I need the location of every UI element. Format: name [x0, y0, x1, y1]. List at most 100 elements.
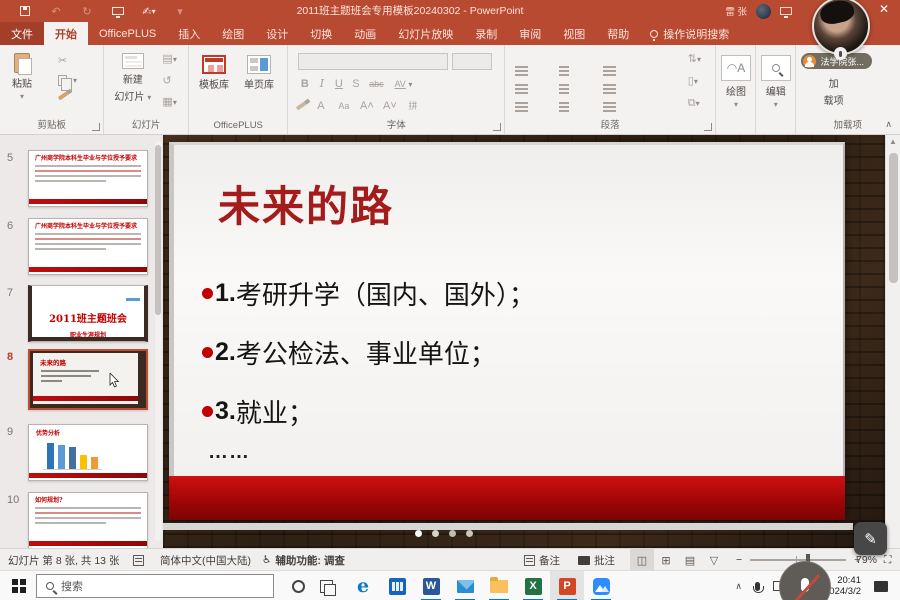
task-view-button[interactable] — [320, 580, 333, 593]
section-icon[interactable]: ▦▾ — [162, 96, 176, 109]
edit-button[interactable]: 编辑▾ — [761, 55, 791, 109]
thumbnail-slide-10[interactable]: 10如何规划? — [0, 492, 163, 548]
thumbnail-slide-5[interactable]: 5广州商学院本科生毕业与学位授予要求 — [0, 150, 163, 207]
text-shadow-button[interactable]: S — [347, 78, 364, 90]
taskbar-app-mail[interactable] — [448, 571, 482, 600]
paragraph-tool-icon[interactable] — [515, 91, 559, 109]
tab-录制[interactable]: 录制 — [464, 22, 508, 45]
canvas-scrollbar-thumb[interactable] — [889, 153, 898, 283]
tab-插入[interactable]: 插入 — [167, 22, 211, 45]
customize-toolbar-icon[interactable]: ▾ — [173, 4, 187, 18]
paragraph-dialog-launcher[interactable] — [704, 123, 712, 131]
zoom-out-button[interactable]: − — [736, 554, 742, 566]
paragraph-tool-icon[interactable] — [559, 55, 603, 73]
tab-设计[interactable]: 设计 — [255, 22, 299, 45]
taskbar-app-explorer[interactable] — [482, 571, 516, 600]
taskbar-app-excel[interactable]: X — [516, 571, 550, 600]
display-settings-icon[interactable] — [780, 7, 792, 15]
taskbar-app-word[interactable]: W — [414, 571, 448, 600]
character-spacing-button[interactable]: AV ▾ — [388, 79, 418, 89]
text-direction-icon[interactable]: ⇅▾ — [688, 53, 701, 66]
shrink-font-button[interactable]: A˅ — [381, 100, 398, 112]
save-icon[interactable] — [18, 4, 32, 18]
template-library-button[interactable]: 模板库 — [199, 55, 229, 91]
spellcheck-icon[interactable] — [133, 549, 144, 571]
reset-slide-icon[interactable]: ↺ — [162, 75, 176, 87]
paragraph-tool-icon[interactable] — [603, 55, 647, 73]
font-name-combobox[interactable] — [298, 53, 448, 70]
comments-toggle[interactable]: 批注 — [578, 549, 615, 571]
taskbar-app-calendar[interactable] — [380, 571, 414, 600]
taskbar-app-edge[interactable]: e — [346, 571, 380, 600]
redo-icon[interactable]: ↻ — [80, 4, 94, 18]
slide-bullet[interactable]: 3.就业； — [202, 393, 535, 430]
notification-center-icon[interactable] — [874, 581, 888, 592]
clipboard-dialog-launcher[interactable] — [92, 123, 100, 131]
collapse-ribbon-icon[interactable]: ∧ — [885, 119, 892, 130]
underline-button[interactable]: U — [330, 78, 347, 90]
canvas-scrollbar[interactable]: ▲ — [885, 135, 900, 548]
slide-ellipsis-text[interactable]: …… — [208, 441, 250, 464]
tab-视图[interactable]: 视图 — [552, 22, 596, 45]
format-painter-icon[interactable] — [58, 91, 68, 100]
italic-button[interactable]: I — [313, 77, 330, 90]
highlight-color-icon[interactable] — [296, 101, 306, 110]
cut-icon[interactable]: ✂ — [58, 55, 77, 67]
normal-view-button[interactable]: ◫ — [630, 549, 654, 571]
thumbnail-slide-7[interactable]: 72011班主题班会职业生涯规划 — [0, 285, 163, 342]
strikethrough-button[interactable]: abc — [364, 79, 388, 89]
bold-button[interactable]: B — [296, 78, 313, 90]
tab-审阅[interactable]: 审阅 — [508, 22, 552, 45]
thumbnail-slide-6[interactable]: 6广州商学院本科生毕业与学位授予要求 — [0, 218, 163, 275]
paragraph-tool-icon[interactable] — [515, 55, 559, 73]
slide-sorter-view-button[interactable]: ⊞ — [654, 549, 678, 571]
copy-icon[interactable] — [58, 75, 67, 86]
taskbar-search-input[interactable]: 搜索 — [36, 574, 274, 598]
paragraph-tool-icon[interactable] — [515, 73, 559, 91]
taskbar-app-meeting[interactable] — [584, 571, 618, 600]
language-status[interactable]: 简体中文(中国大陆) — [160, 549, 251, 571]
tab-动画[interactable]: 动画 — [343, 22, 387, 45]
phonetic-guide-button[interactable]: 拼 — [404, 99, 421, 112]
touch-mode-icon[interactable]: ✍▾ — [142, 4, 156, 18]
account-avatar[interactable] — [756, 4, 771, 19]
slide-bullet[interactable]: 1.考研升学（国内、国外）； — [202, 275, 535, 312]
tab-绘图[interactable]: 绘图 — [211, 22, 255, 45]
reading-view-button[interactable]: ▤ — [678, 549, 702, 571]
undo-icon[interactable]: ↶ — [49, 4, 63, 18]
copy-dropdown-icon[interactable]: ▾ — [73, 76, 77, 85]
tab-文件[interactable]: 文件 — [0, 22, 44, 45]
account-name[interactable]: 雷 张 — [725, 4, 747, 18]
paragraph-tool-icon[interactable] — [559, 91, 603, 109]
align-text-icon[interactable]: ▯▾ — [688, 75, 701, 88]
font-dialog-launcher[interactable] — [493, 123, 501, 131]
change-case-button[interactable]: Aa — [335, 101, 352, 111]
thumbnail-slide-9[interactable]: 9优势分析 — [0, 424, 163, 481]
layout-icon[interactable]: ▤▾ — [162, 53, 176, 66]
page-library-button[interactable]: 单页库 — [244, 55, 274, 91]
tab-OfficePLUS[interactable]: OfficePLUS — [88, 22, 167, 45]
close-button[interactable]: ✕ — [876, 2, 892, 16]
slide-title-text[interactable]: 未来的路 — [218, 173, 394, 234]
slideshow-from-start-icon[interactable] — [111, 4, 125, 18]
accessibility-status[interactable]: ♿ 辅助功能: 调查 — [262, 549, 345, 571]
paragraph-tool-icon[interactable] — [559, 73, 603, 91]
slide-bullet[interactable]: 2.考公检法、事业单位； — [202, 334, 535, 371]
annotation-pen-button[interactable]: ✎ — [854, 522, 887, 555]
current-slide[interactable]: 未来的路 1.考研升学（国内、国外）； 2.考公检法、事业单位； 3.就业； …… — [169, 142, 845, 520]
notes-toggle[interactable]: 备注 — [524, 549, 560, 571]
tab-开始[interactable]: 开始 — [44, 22, 88, 45]
addins-button[interactable]: 加 载项 — [824, 75, 844, 107]
hidden-icons-chevron[interactable]: ∧ — [735, 581, 742, 592]
font-size-combobox[interactable] — [452, 53, 492, 70]
font-color-button[interactable]: A — [312, 100, 329, 112]
paragraph-tool-icon[interactable] — [603, 91, 647, 109]
tray-mic-icon[interactable] — [755, 582, 760, 591]
paragraph-tool-icon[interactable] — [603, 73, 647, 91]
draw-button[interactable]: ◠A 绘图▾ — [721, 55, 751, 109]
thumbnail-slide-8[interactable]: 8未来的路 — [0, 349, 163, 410]
convert-smartart-icon[interactable]: ⧉▾ — [688, 97, 701, 110]
new-slide-button[interactable]: 新建 幻灯片 ▾ — [114, 53, 151, 103]
start-button[interactable] — [12, 579, 26, 593]
taskbar-app-powerpoint[interactable]: P — [550, 571, 584, 600]
